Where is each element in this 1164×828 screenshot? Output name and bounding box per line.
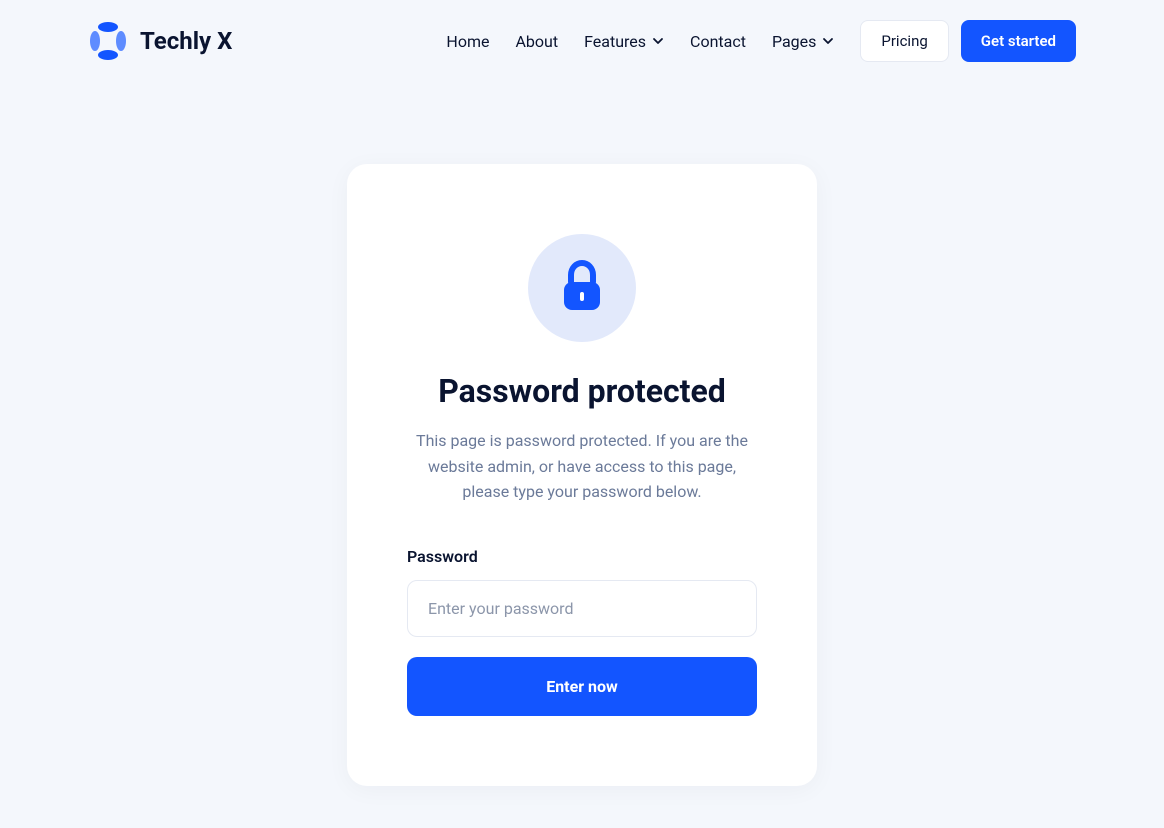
chevron-down-icon: [652, 35, 664, 47]
nav-link-home[interactable]: Home: [446, 32, 489, 51]
password-card: Password protected This page is password…: [347, 164, 817, 786]
pricing-button[interactable]: Pricing: [860, 20, 948, 62]
lock-icon: [560, 260, 604, 316]
nav-link-contact[interactable]: Contact: [690, 32, 746, 51]
logo-icon: [88, 21, 128, 61]
nav-label: Home: [446, 32, 489, 51]
logo[interactable]: Techly X: [88, 21, 232, 61]
password-form: Password Enter now: [407, 547, 757, 716]
password-input[interactable]: [407, 580, 757, 637]
nav-label: Pages: [772, 32, 816, 51]
get-started-button[interactable]: Get started: [961, 20, 1076, 62]
enter-button[interactable]: Enter now: [407, 657, 757, 716]
chevron-down-icon: [822, 35, 834, 47]
nav-label: About: [515, 32, 558, 51]
header: Techly X Home About Features Contact Pag…: [0, 0, 1164, 82]
logo-text: Techly X: [140, 27, 232, 55]
page-description: This page is password protected. If you …: [407, 428, 757, 505]
main-content: Password protected This page is password…: [0, 82, 1164, 786]
header-buttons: Pricing Get started: [860, 20, 1076, 62]
nav-link-about[interactable]: About: [515, 32, 558, 51]
nav-link-pages[interactable]: Pages: [772, 32, 834, 51]
password-label: Password: [407, 547, 757, 566]
nav-label: Contact: [690, 32, 746, 51]
nav-label: Features: [584, 32, 646, 51]
main-nav: Home About Features Contact Pages: [446, 32, 834, 51]
nav-link-features[interactable]: Features: [584, 32, 664, 51]
page-title: Password protected: [438, 372, 726, 410]
lock-icon-circle: [528, 234, 636, 342]
